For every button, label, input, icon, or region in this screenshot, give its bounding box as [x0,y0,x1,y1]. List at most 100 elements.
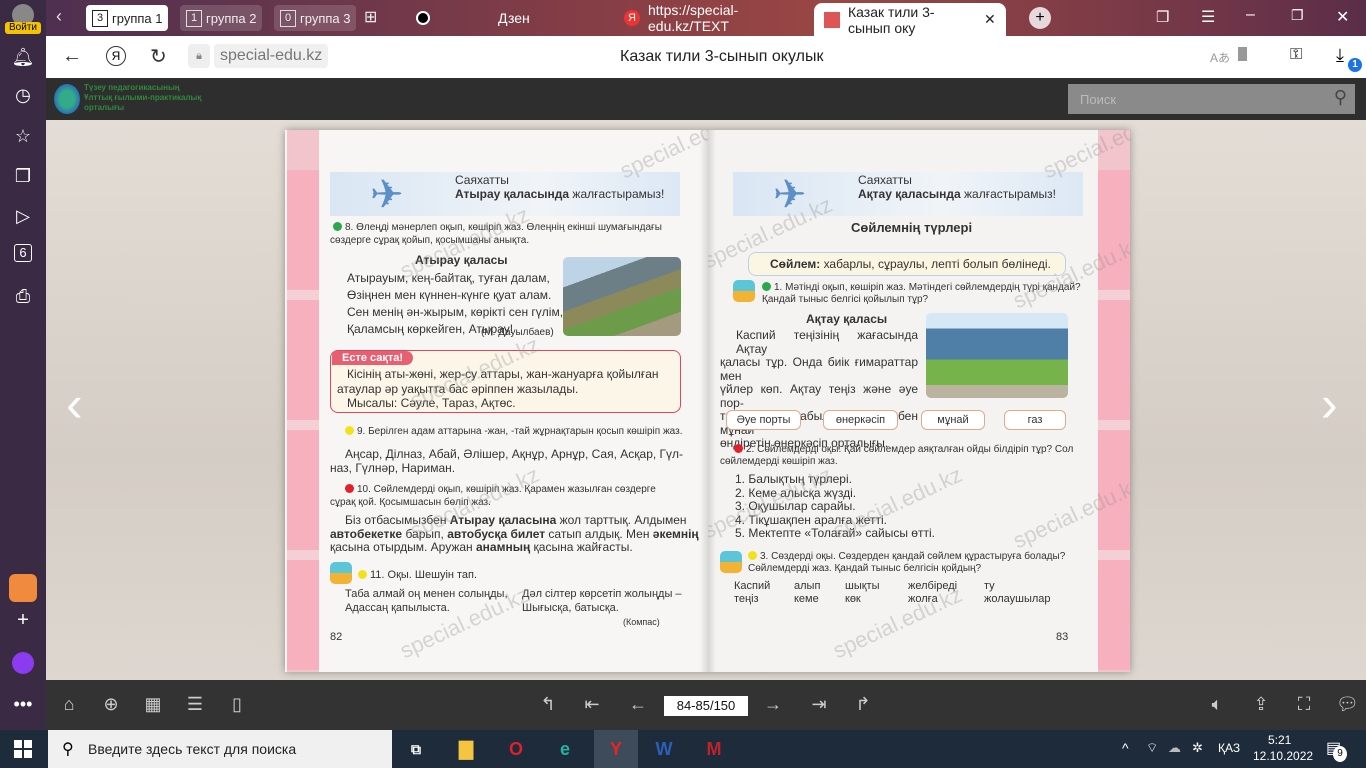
tab-special-edu[interactable]: Яhttps://special-edu.kz/TEXT [614,0,814,36]
app-m-icon[interactable]: M [692,734,736,764]
video-icon[interactable]: ▷ [11,204,35,228]
poem-author: (М. Дауылбаев) [481,327,554,338]
text-line: Каспий теңізінің жағасында Ақтау [736,328,918,356]
history-icon[interactable]: ◷ [11,83,35,107]
alice-icon[interactable] [12,652,34,674]
comments-icon[interactable]: 💬︎ [1336,694,1359,715]
green-dot-icon [333,222,342,231]
menu-icon[interactable]: ☰ [1201,7,1215,27]
app-pin[interactable] [9,574,37,602]
close-window-icon[interactable]: ✕ [1336,7,1349,27]
next-page-icon[interactable]: → [762,694,784,715]
zoom-in-icon[interactable]: ⊕ [100,694,122,715]
translate-icon[interactable]: Aあ [1210,49,1230,66]
clock-date[interactable]: 12.10.2022 [1253,749,1313,763]
next-page-arrow[interactable]: › [1321,375,1338,433]
bookmark-icon[interactable] [1238,47,1247,61]
chevron-left-icon[interactable]: ‹ [56,6,62,27]
new-group-icon[interactable]: ⊞ [364,7,377,27]
login-button[interactable]: Войти [5,22,41,34]
site-logo[interactable]: Түзеу педагогикасының Ұлттық ғылыми-прак… [52,82,202,116]
word-col: Каспий теңіз [734,580,770,606]
clock-time[interactable]: 5:21 [1268,733,1291,747]
header-line: Атырау қаласында жалғастырамыз! [455,187,664,201]
restore-icon[interactable]: ❐ [1291,7,1304,24]
yandex-browser-icon[interactable]: Y [594,730,638,768]
toc-icon[interactable]: ☰ [184,694,206,715]
new-tab-button[interactable]: + [1029,7,1051,29]
single-page-icon[interactable]: ▯ [226,694,248,715]
riddle-answer: (Компас) [623,617,660,627]
bookmarks-panel-icon[interactable]: ❐ [1156,8,1169,26]
logo-text: Ұлттық ғылыми-практикалық [84,93,202,102]
downloads-icon[interactable]: ⤓ [1336,45,1344,66]
yellow-dot-icon [748,551,757,560]
downloads-badge: 1 [1348,58,1362,72]
logo-emblem [54,84,80,114]
tray-chevron-icon[interactable]: ^ [1122,740,1129,756]
task-3: 3. Сөздерді оқы. Сөздерден қандай сөйлем… [748,551,1065,562]
counter-icon[interactable]: 6 [14,244,32,262]
lock-icon[interactable]: 🔒︎ [188,44,210,68]
tab-group-1[interactable]: 3 группа 1 [86,5,169,31]
minimize-icon[interactable]: – [1246,6,1255,24]
wifi-icon[interactable]: ⌔ [1146,740,1158,756]
rule-text: Сөйлем: хабарлы, сұраулы, лепті болып бө… [770,257,1051,271]
home-icon[interactable]: ⌂ [58,694,80,715]
word: көк [845,593,861,605]
reload-icon[interactable]: ↻ [150,44,167,69]
tab-title: Дзен [498,10,530,26]
last-page-icon[interactable]: ⇥ [808,694,830,715]
thumbnails-icon[interactable]: ▦ [142,694,164,715]
language-indicator[interactable]: ҚАЗ [1218,741,1240,755]
text: автобусқа билет [447,527,546,541]
remember-label: Есте сақта! [332,351,414,365]
tab-dzen[interactable]: Дзен [406,0,606,36]
add-app-icon[interactable]: + [11,608,35,632]
file-explorer-icon[interactable]: ▇ [444,734,488,764]
poem-line: Өзіңнен мен күннен-күнге қуат алам. [347,288,552,302]
opera-icon[interactable]: O [494,734,538,764]
reading-icon [720,551,742,573]
back-icon[interactable]: ← [62,45,82,68]
sound-icon[interactable]: 🔈︎ [1206,694,1228,715]
collections-icon[interactable]: ❐ [11,164,35,188]
yandex-home-icon[interactable]: Я [106,46,126,66]
star-icon[interactable]: ☆ [11,124,35,148]
redo-icon[interactable]: ↱ [852,694,874,715]
prev-page-arrow[interactable]: ‹ [66,375,83,433]
more-icon[interactable]: ••• [11,692,35,716]
red-dot-icon [345,484,354,493]
bell-icon[interactable]: 🔔︎ [11,45,35,69]
first-page-icon[interactable]: ⇤ [581,694,603,715]
search-icon[interactable]: ⚲ [1334,87,1347,108]
page-indicator-input[interactable]: 84-85/150 [664,696,748,716]
url-domain[interactable]: special-edu.kz [214,44,329,68]
search-input[interactable]: Поиск ⚲ [1068,84,1355,114]
plane-icon: ✈ [370,173,404,217]
undo-icon[interactable]: ↰ [537,694,559,715]
tab-group-3[interactable]: 0 группа 3 [274,5,357,31]
windows-start-icon[interactable] [14,740,32,758]
task-view-icon[interactable]: ⧉ [394,734,438,764]
fullscreen-icon[interactable]: ⛶ [1293,694,1315,715]
protect-icon[interactable]: ⚿ [1290,46,1302,64]
word: жолаушылар [984,593,1051,605]
dropbox-icon[interactable]: ✲ [1192,740,1203,756]
word-icon[interactable]: W [642,734,686,764]
text: сатып алдық. Мен [545,527,653,541]
poem-line: Атырауым, кең-байтақ, туған далам, [347,271,550,285]
prev-page-icon[interactable]: ← [627,694,649,715]
share-icon[interactable]: ⇪ [1250,694,1272,715]
header-rest: жалғастырамыз! [569,187,665,201]
text: анамның [476,540,531,554]
tab-active-textbook[interactable]: Казак тили 3-сынып оку ✕ [814,3,1006,36]
screenshot-icon[interactable]: ⎙ [11,284,35,308]
close-tab-icon[interactable]: ✕ [984,11,996,28]
onedrive-icon[interactable]: ☁ [1168,740,1181,756]
word-chip: газ [1004,410,1066,430]
taskbar-search[interactable]: ⚲ Введите здесь текст для поиска [48,730,392,768]
eset-icon[interactable]: e [543,734,587,764]
tab-group-2[interactable]: 1 группа 2 [180,5,263,31]
word-col: ту жолаушылар [984,580,1051,606]
